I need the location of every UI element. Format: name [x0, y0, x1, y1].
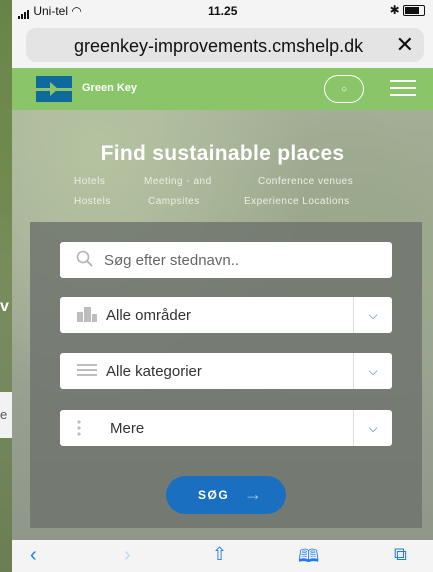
more-select-label: Mere: [110, 420, 145, 437]
list-icon: [77, 364, 97, 376]
carrier-info: Uni-tel ◠: [18, 4, 82, 19]
category-hotels[interactable]: Hotels: [74, 176, 105, 187]
battery-icon: [403, 5, 425, 17]
forward-icon[interactable]: ›: [124, 544, 131, 567]
wifi-icon: ◠: [71, 4, 82, 18]
search-toggle-button[interactable]: ○: [324, 75, 364, 103]
signal-icon: [18, 5, 30, 19]
logo-icon: [36, 76, 72, 102]
chevron-down-icon[interactable]: ⌵: [353, 410, 392, 446]
status-bar: Uni-tel ◠ 11.25 ✱: [12, 0, 433, 22]
chevron-down-icon[interactable]: ⌵: [353, 353, 392, 389]
arrow-right-icon: →: [244, 484, 264, 504]
green-key-logo[interactable]: [36, 76, 72, 102]
buildings-icon: [77, 307, 97, 322]
place-search-input[interactable]: Søg efter stednavn..: [60, 242, 392, 278]
category-hostels[interactable]: Hostels: [74, 196, 111, 207]
area-select[interactable]: Alle områder ⌵: [60, 297, 392, 333]
status-time: 11.25: [208, 4, 238, 18]
search-placeholder: Søg efter stednavn..: [104, 252, 240, 269]
url-text: greenkey-improvements.cmshelp.dk: [74, 36, 364, 56]
url-field[interactable]: greenkey-improvements.cmshelp.dk ✕: [26, 28, 424, 62]
more-select[interactable]: Mere ⌵: [60, 410, 392, 446]
site-header: Green Key ○: [12, 68, 433, 110]
dots-vertical-icon: [77, 420, 81, 436]
carrier-name: Uni-tel: [33, 4, 69, 18]
back-icon[interactable]: ‹: [30, 544, 37, 567]
search-submit-button[interactable]: SØG →: [166, 476, 286, 514]
share-icon[interactable]: ⇧: [212, 544, 227, 565]
tabs-icon[interactable]: ⧉: [394, 544, 407, 565]
search-icon: ○: [340, 84, 348, 95]
background-partial-text: v: [0, 298, 9, 315]
brand-name: Green Key: [82, 82, 138, 94]
search-submit-label: SØG: [198, 488, 230, 502]
background-partial-panel-text: e: [0, 407, 8, 422]
hero-section: Find sustainable places Hotels Meeting -…: [12, 110, 433, 540]
status-right: ✱: [390, 3, 425, 17]
phone-screen: Uni-tel ◠ 11.25 ✱ greenkey-improvements.…: [12, 0, 433, 572]
category-select-label: Alle kategorier: [106, 363, 202, 380]
category-select[interactable]: Alle kategorier ⌵: [60, 353, 392, 389]
category-meeting[interactable]: Meeting - and: [144, 176, 212, 187]
area-select-label: Alle områder: [106, 307, 192, 324]
hero-title: Find sustainable places: [100, 142, 345, 165]
category-experience[interactable]: Experience Locations: [244, 196, 350, 207]
browser-url-bar: greenkey-improvements.cmshelp.dk ✕: [12, 22, 433, 68]
category-conference[interactable]: Conference venues: [258, 176, 353, 187]
search-panel: Søg efter stednavn.. Alle områder ⌵ Alle…: [30, 222, 422, 528]
close-icon[interactable]: ✕: [396, 32, 414, 58]
magnifier-icon: [76, 250, 93, 267]
bluetooth-icon: ✱: [389, 3, 400, 17]
bookmarks-icon[interactable]: 🕮: [298, 544, 319, 572]
hamburger-icon[interactable]: [390, 80, 416, 101]
chevron-down-icon[interactable]: ⌵: [353, 297, 392, 333]
category-campsites[interactable]: Campsites: [148, 196, 200, 207]
browser-toolbar: ‹ › ⇧ 🕮 ⧉: [12, 540, 433, 572]
